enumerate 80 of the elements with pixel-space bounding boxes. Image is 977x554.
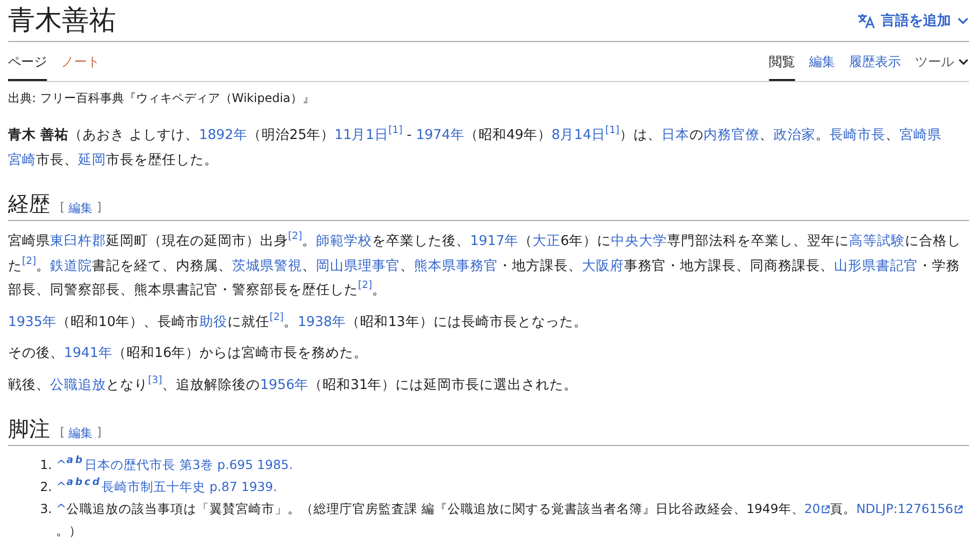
- reference-link[interactable]: [2]: [270, 312, 284, 322]
- footnote-text: ^公職追放の該当事項は「翼賛宮崎市」。（総理庁官房監査課 編『公職追放に関する覚書該当者名簿』日比谷政経会、1949年、20 頁。NDLJP:1276156 。）: [56, 498, 969, 542]
- external-link-icon: [821, 504, 830, 514]
- wiki-link[interactable]: 大阪府: [582, 258, 624, 274]
- reference-link[interactable]: [3]: [148, 374, 162, 386]
- view-tab[interactable]: 履歴表示: [849, 42, 901, 81]
- wiki-link[interactable]: 公職追放: [50, 376, 106, 392]
- reference-link[interactable]: [2]: [358, 280, 372, 291]
- wiki-link[interactable]: 大正: [532, 233, 561, 249]
- wiki-link[interactable]: 東臼杵郡: [50, 233, 106, 249]
- bracket: [: [60, 425, 65, 441]
- backref-link[interactable]: d: [92, 477, 100, 488]
- wiki-link[interactable]: 1935年: [8, 314, 56, 330]
- page-title: 青木善祐: [8, 4, 116, 38]
- wiki-link[interactable]: 助役: [200, 314, 228, 330]
- wiki-link[interactable]: 岡山県理事官: [316, 258, 400, 274]
- wiki-link[interactable]: 師範学校: [316, 233, 372, 249]
- page-tab[interactable]: ノート: [61, 42, 100, 81]
- wiki-link[interactable]: 内務官僚: [703, 127, 760, 143]
- tools-menu[interactable]: ツール: [915, 42, 969, 81]
- wiki-link[interactable]: 1938年: [298, 314, 346, 330]
- body-paragraph: 青木 善祐（あおき よしすけ、1892年（明治25年）11月1日$^{[1]}$ - 1974年（昭和49年）8月14日$^{[1]}$）は、日本の内務官僚、政治家。長崎市長、宮崎県 宮崎市長、延岡市長を歴任した。: [8, 124, 942, 170]
- wiki-link[interactable]: 日本の歴代市長 第3巻 p.695 1985.: [84, 457, 293, 472]
- section-heading: 経歴: [8, 191, 50, 218]
- view-tab[interactable]: 編集: [809, 42, 835, 81]
- wiki-link[interactable]: 長崎市長: [829, 127, 886, 143]
- wiki-link[interactable]: 延岡: [78, 152, 106, 168]
- wiki-link[interactable]: 1917年: [470, 233, 519, 249]
- chevron-down-icon: [957, 16, 969, 24]
- wiki-link[interactable]: 1974年: [416, 127, 464, 143]
- section-heading: 脚注: [8, 416, 50, 443]
- wiki-link[interactable]: 熊本県事務官: [414, 258, 498, 274]
- caret-link[interactable]: ^: [56, 479, 66, 494]
- wiki-link[interactable]: 政治家: [773, 127, 816, 143]
- body-paragraph: 宮崎県東臼杵郡延岡町（現在の延岡市）出身$^{[2]}$。師範学校を卒業した後、1917年（大正6年）に中央大学専門部法科を卒業し、翌年に高等試験に合格した$^{[2]}$。鉄道院書記を経て、内務属、茨城県警視、岡山県理事官、熊本県事務官・地方課長、大阪府事務官・地方課長、同商務課長、山形県書記官・学務部長、同警察部長、熊本県書記官・警察部長を歴任した$^{[2]}$。: [8, 230, 962, 300]
- translate-icon: [857, 12, 875, 28]
- bracket: ]: [96, 200, 102, 216]
- backref-link[interactable]: a: [66, 455, 74, 466]
- external-link-icon: [954, 504, 964, 514]
- wiki-link[interactable]: 8月14日: [552, 127, 606, 143]
- wiki-link[interactable]: 宮崎県: [899, 127, 942, 143]
- footnote-number: 3.: [39, 500, 52, 518]
- body-paragraph: 1935年（昭和10年）、長崎市助役に就任$^{[2]}$。1938年（昭和13年）には長崎市長となった。: [8, 310, 588, 332]
- reference-link[interactable]: [1]: [605, 125, 620, 136]
- wiki-link[interactable]: 1956年: [260, 376, 309, 392]
- backref-link[interactable]: c: [84, 477, 90, 488]
- body-paragraph: その後、1941年（昭和16年）からは宮崎市長を務めた。: [8, 344, 369, 363]
- wiki-link[interactable]: 山形県書記官: [834, 258, 918, 274]
- caret-link[interactable]: ^: [56, 457, 66, 472]
- wiki-link[interactable]: 1892年: [199, 127, 248, 143]
- footnote-number: 2.: [39, 478, 52, 496]
- reference-link[interactable]: [2]: [22, 256, 36, 266]
- language-button[interactable]: 言語を追加: [857, 8, 969, 34]
- wiki-link[interactable]: 11月1日: [334, 127, 388, 143]
- backref-link[interactable]: b: [75, 455, 82, 466]
- view-tab[interactable]: 閲覧: [769, 42, 795, 81]
- chevron-down-icon: [958, 58, 969, 66]
- footnote-number: 1.: [39, 456, 52, 474]
- wiki-link[interactable]: 鉄道院: [50, 258, 92, 274]
- bracket: [: [60, 200, 65, 216]
- external-link[interactable]: 20: [804, 498, 830, 520]
- caret-link[interactable]: ^: [56, 501, 66, 516]
- wiki-link[interactable]: 長崎市制五十年史 p.87 1939.: [102, 479, 278, 494]
- reference-link[interactable]: [2]: [288, 231, 302, 242]
- reference-link[interactable]: [1]: [388, 125, 402, 136]
- wiki-link[interactable]: 宮崎: [8, 152, 36, 168]
- body-paragraph: 戦後、公職追放 となり$^{[3]}$、追放解除後の1956年（昭和31年）には延岡市長に選出された。: [8, 374, 579, 394]
- page-tab[interactable]: ページ: [8, 42, 47, 81]
- wiki-link[interactable]: 日本: [661, 127, 690, 143]
- backref-link[interactable]: b: [75, 477, 82, 488]
- wiki-link[interactable]: 高等試験: [849, 233, 906, 249]
- wiki-link[interactable]: 茨城県警視: [232, 258, 302, 274]
- edit-link[interactable]: 編集: [68, 425, 93, 442]
- bracket: ]: [96, 425, 102, 441]
- wiki-link[interactable]: 1941年: [64, 345, 112, 361]
- site-subtitle: 出典: フリー百科事典『ウィキペディア（Wikipedia）』: [8, 90, 316, 107]
- wiki-link[interactable]: 中央大学: [611, 233, 668, 249]
- external-link[interactable]: NDLJP:1276156: [856, 498, 964, 520]
- edit-link[interactable]: 編集: [68, 200, 93, 217]
- backref-link[interactable]: a: [66, 477, 74, 488]
